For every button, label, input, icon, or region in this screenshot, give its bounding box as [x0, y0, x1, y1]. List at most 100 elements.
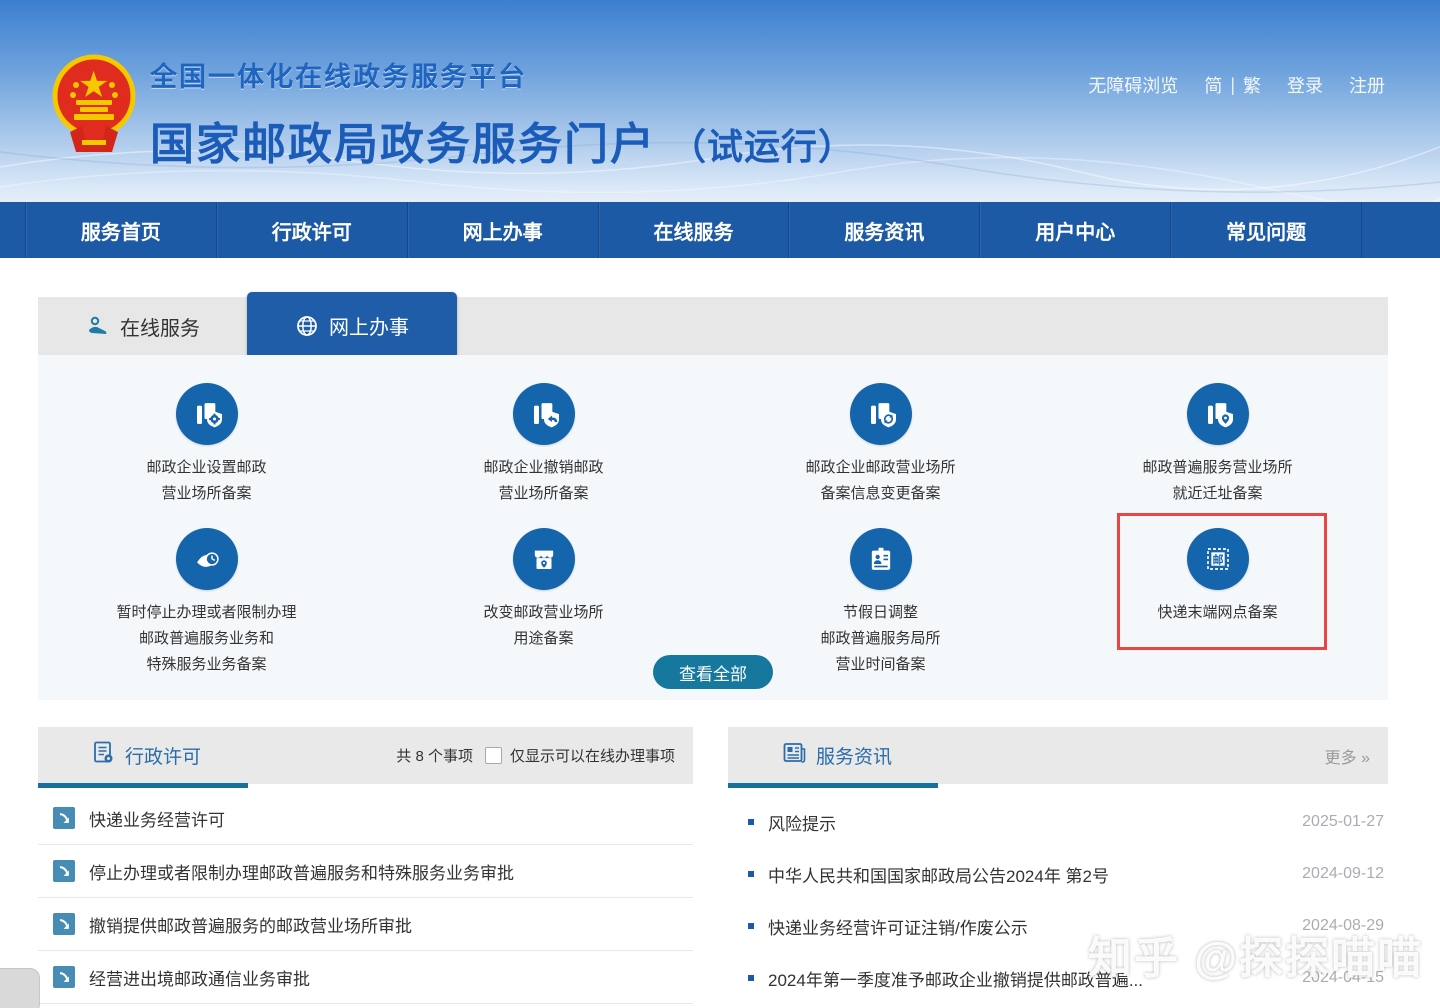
- more-link[interactable]: 更多 »: [1325, 744, 1370, 768]
- bullet-icon: [748, 975, 754, 981]
- nav-item-online-service[interactable]: 在线服务: [599, 202, 790, 258]
- bullet-icon: [748, 871, 754, 877]
- page: 全国一体化在线政务服务平台 国家邮政局政务服务门户 （试运行） 无障碍浏览 简 …: [0, 0, 1440, 1008]
- admin-license-panel: 行政许可 共 8 个事项 仅显示可以在线办理事项 快递业务经营许可: [38, 727, 693, 1004]
- news-item[interactable]: 快递业务经营许可证注销/作废公示 2024-08-29: [728, 900, 1388, 952]
- service-label-line: 营业时间备案: [820, 652, 940, 678]
- news-item[interactable]: 2024年第一季度准予邮政企业撤销提供邮政普遍... 2024-04-15: [728, 952, 1388, 1004]
- stamp-icon: 邮: [1187, 528, 1249, 590]
- section-underline: [38, 783, 248, 788]
- nav-item-service-news[interactable]: 服务资讯: [789, 202, 980, 258]
- service-card-revoke-postal-premises[interactable]: 邮政企业撤销邮政 营业场所备案: [375, 383, 712, 528]
- bullet-icon: [748, 819, 754, 825]
- service-card-express-terminal-outlet[interactable]: 邮 快递末端网点备案: [1049, 528, 1386, 678]
- utility-links: 无障碍浏览 简 | 繁 登录 注册: [1088, 72, 1385, 98]
- service-card-suspend-limit-services[interactable]: 暂时停止办理或者限制办理 邮政普遍服务业务和 特殊服务业务备案: [38, 528, 375, 678]
- national-emblem-logo: [52, 52, 136, 160]
- platform-title: 全国一体化在线政务服务平台: [150, 55, 855, 94]
- traditional-chinese-link[interactable]: 繁: [1243, 72, 1261, 98]
- service-card-nearby-relocation[interactable]: 邮政普遍服务营业场所 就近迁址备案: [1049, 383, 1386, 528]
- service-label-line: 邮政普遍服务局所: [820, 626, 940, 652]
- license-document-icon: [93, 741, 115, 770]
- tab-online-handling-label: 网上办事: [329, 311, 409, 340]
- arrow-down-right-icon: [53, 966, 75, 988]
- service-label-line: 改变邮政营业场所: [483, 600, 603, 626]
- news-date: 2024-04-15: [1290, 969, 1384, 987]
- service-label-line: 暂时停止办理或者限制办理: [116, 600, 296, 626]
- section-underline: [728, 783, 938, 788]
- service-label-line: 快递末端网点备案: [1157, 600, 1277, 626]
- service-label-line: 用途备案: [483, 626, 603, 652]
- admin-license-header: 行政许可 共 8 个事项 仅显示可以在线办理事项: [38, 727, 693, 784]
- simplified-chinese-link[interactable]: 简: [1204, 72, 1222, 98]
- id-card-icon: [850, 528, 912, 590]
- news-date: 2024-08-29: [1290, 917, 1384, 935]
- license-item-express-license[interactable]: 快递业务经营许可: [38, 792, 693, 845]
- tab-strip: 在线服务 网上办事: [38, 297, 1388, 355]
- stamp-character: 邮: [1212, 553, 1223, 567]
- online-only-label: 仅显示可以在线办理事项: [510, 745, 675, 766]
- service-label-line: 节假日调整: [820, 600, 940, 626]
- nav-item-user-center[interactable]: 用户中心: [980, 202, 1171, 258]
- register-link[interactable]: 注册: [1349, 72, 1385, 98]
- service-label-line: 营业场所备案: [146, 481, 266, 507]
- news-date: 2024-09-12: [1290, 865, 1384, 883]
- newspaper-icon: [783, 742, 806, 769]
- service-news-title: 服务资讯: [816, 742, 892, 769]
- docs-pin-shield-icon: [1187, 383, 1249, 445]
- service-news-panel: 服务资讯 更多 » 风险提示 2025-01-27 中华人民共和国国家邮政局公告…: [728, 727, 1388, 1004]
- services-panel: 邮政企业设置邮政 营业场所备案 邮政企业撤销邮政 营业场所备案: [38, 355, 1388, 700]
- bullet-icon: [748, 923, 754, 929]
- header-banner: 全国一体化在线政务服务平台 国家邮政局政务服务门户 （试运行） 无障碍浏览 简 …: [0, 0, 1440, 202]
- service-label-line: 就近迁址备案: [1142, 481, 1292, 507]
- docs-gear-shield-icon: [176, 383, 238, 445]
- docs-sync-shield-icon: [850, 383, 912, 445]
- main-navigation: 服务首页 行政许可 网上办事 在线服务 服务资讯 用户中心 常见问题: [0, 202, 1440, 258]
- tab-online-service[interactable]: 在线服务: [38, 297, 248, 355]
- service-label-line: 邮政普遍服务业务和: [116, 626, 296, 652]
- service-card-change-premises-use[interactable]: 改变邮政营业场所 用途备案: [375, 528, 712, 678]
- service-news-header: 服务资讯 更多 »: [728, 727, 1388, 784]
- license-list: 快递业务经营许可 停止办理或者限制办理邮政普遍服务和特殊服务业务审批: [38, 792, 693, 1004]
- nav-item-faq[interactable]: 常见问题: [1171, 202, 1362, 258]
- service-label-line: 邮政企业设置邮政: [146, 455, 266, 481]
- tab-online-handling-active[interactable]: 网上办事: [247, 292, 457, 359]
- service-card-change-filing-info[interactable]: 邮政企业邮政营业场所 备案信息变更备案: [712, 383, 1049, 528]
- tab-online-service-label: 在线服务: [120, 312, 200, 341]
- service-label-line: 备案信息变更备案: [805, 481, 955, 507]
- license-item-stop-limit-approval[interactable]: 停止办理或者限制办理邮政普遍服务和特殊服务业务审批: [38, 845, 693, 898]
- service-label-line: 邮政企业邮政营业场所: [805, 455, 955, 481]
- license-item-cross-border-approval[interactable]: 经营进出境邮政通信业务审批: [38, 951, 693, 1004]
- nav-item-online-handling[interactable]: 网上办事: [408, 202, 599, 258]
- view-all-button[interactable]: 查看全部: [653, 655, 773, 689]
- arrow-down-right-icon: [53, 807, 75, 829]
- arrow-down-right-icon: [53, 860, 75, 882]
- accessibility-link[interactable]: 无障碍浏览: [1088, 72, 1178, 98]
- service-label-line: 邮政普遍服务营业场所: [1142, 455, 1292, 481]
- news-date: 2025-01-27: [1290, 813, 1384, 831]
- store-pin-icon: [513, 528, 575, 590]
- news-item[interactable]: 风险提示 2025-01-27: [728, 796, 1388, 848]
- news-list: 风险提示 2025-01-27 中华人民共和国国家邮政局公告2024年 第2号 …: [728, 796, 1388, 1004]
- nav-item-admin-license[interactable]: 行政许可: [217, 202, 408, 258]
- language-divider: |: [1230, 75, 1235, 96]
- news-item[interactable]: 中华人民共和国国家邮政局公告2024年 第2号 2024-09-12: [728, 848, 1388, 900]
- online-only-checkbox[interactable]: [485, 747, 502, 764]
- service-card-setup-postal-premises[interactable]: 邮政企业设置邮政 营业场所备案: [38, 383, 375, 528]
- hand-clock-icon: [176, 528, 238, 590]
- portal-title: 国家邮政局政务服务门户: [150, 108, 656, 172]
- service-label-line: 特殊服务业务备案: [116, 652, 296, 678]
- side-widget[interactable]: [0, 968, 40, 1008]
- nav-item-home[interactable]: 服务首页: [25, 202, 217, 258]
- service-label-line: 营业场所备案: [483, 481, 603, 507]
- portal-subtitle: （试运行）: [670, 118, 855, 170]
- service-label-line: 邮政企业撤销邮政: [483, 455, 603, 481]
- license-count-text: 共 8 个事项: [396, 745, 473, 766]
- docs-undo-shield-icon: [513, 383, 575, 445]
- hand-service-icon: [86, 314, 110, 338]
- admin-license-title: 行政许可: [125, 742, 201, 769]
- license-item-revoke-premises-approval[interactable]: 撤销提供邮政普遍服务的邮政营业场所审批: [38, 898, 693, 951]
- arrow-down-right-icon: [53, 913, 75, 935]
- login-link[interactable]: 登录: [1287, 72, 1323, 98]
- globe-icon: [295, 314, 319, 338]
